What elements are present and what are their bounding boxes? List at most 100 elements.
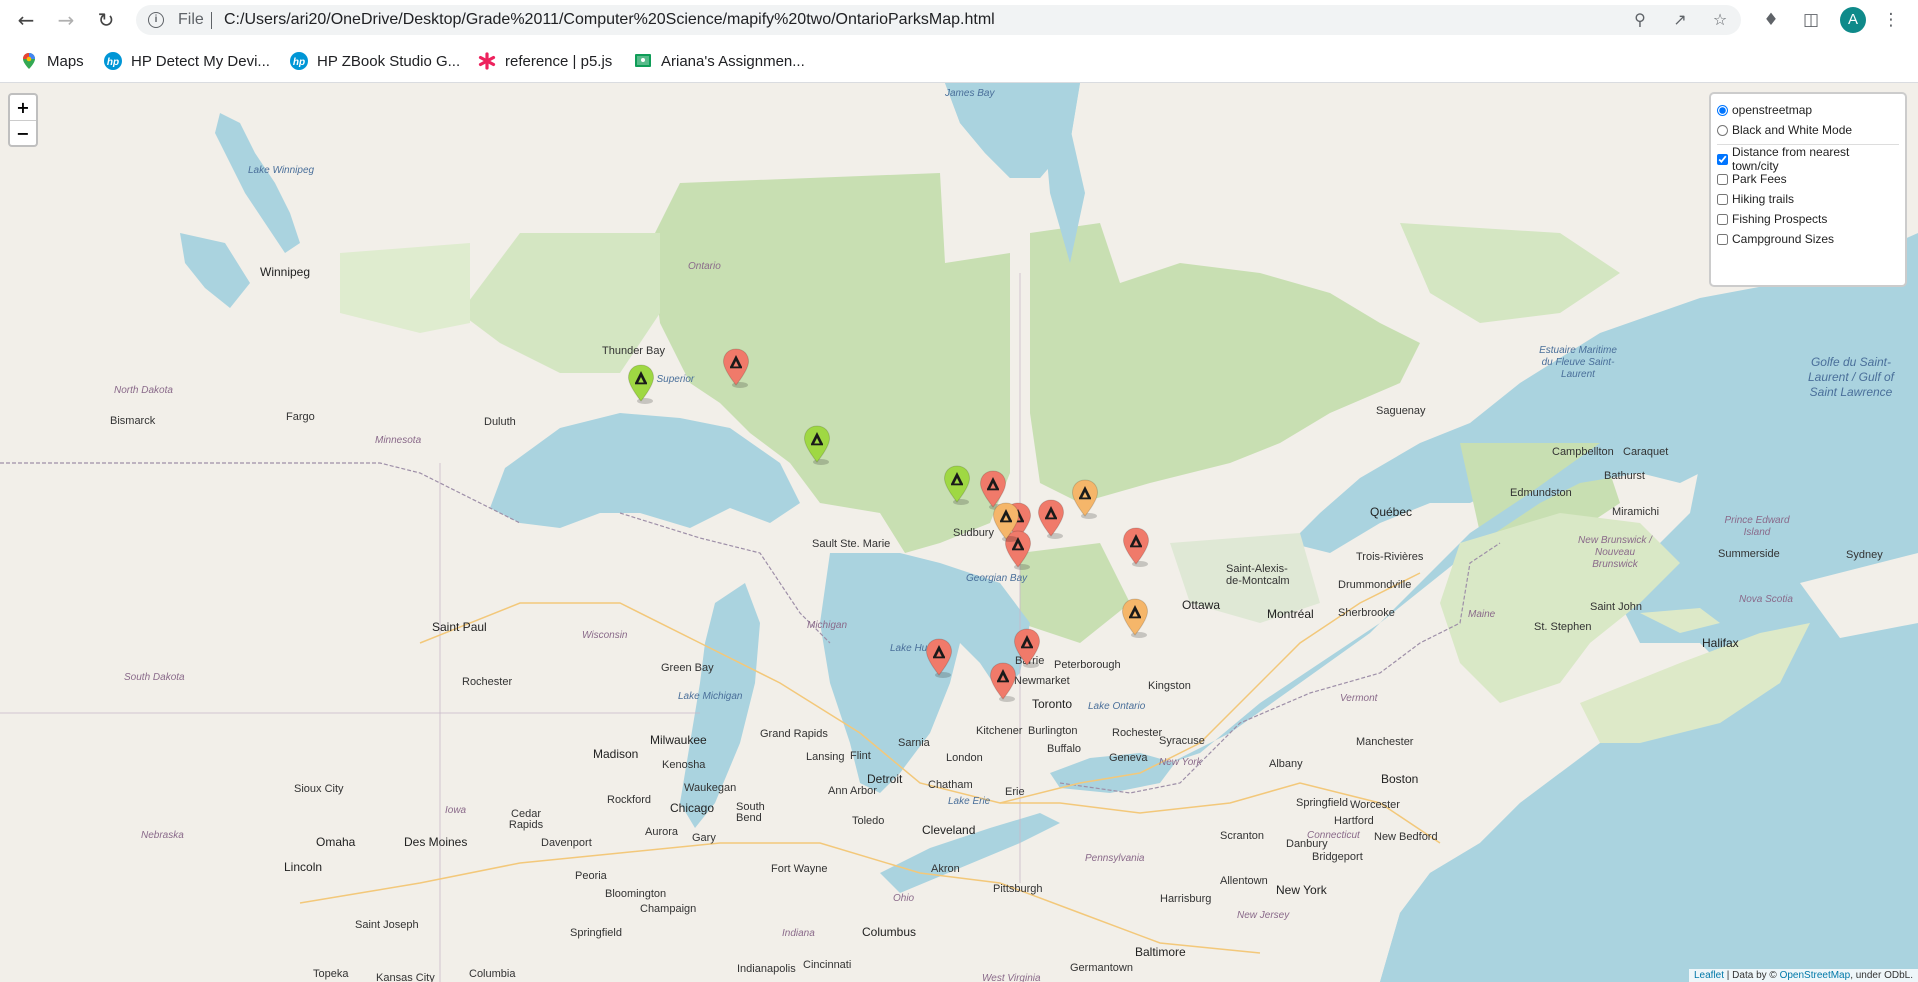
label-lansing: Lansing [806,751,845,763]
label-quebec: Québec [1370,505,1413,519]
base-layer-radio[interactable] [1717,124,1728,136]
label-peterborough: Peterborough [1054,659,1121,671]
label-lake-michigan: Lake Michigan [678,691,743,702]
park-marker-green[interactable] [627,364,655,404]
leaflet-map[interactable]: James Bay Lake Winnipeg Winnipeg Ontario… [0,83,1918,982]
park-marker-red[interactable] [1122,527,1150,567]
label-lincoln: Lincoln [284,860,323,874]
bookmark-hp-detect[interactable]: hp HP Detect My Devi... [104,50,270,72]
label-ohio: Ohio [893,893,915,904]
label-west-virginia: West Virginia [982,973,1041,982]
zoom-magnifier-icon[interactable]: ⚲ [1631,11,1649,29]
label-rockford: Rockford [607,794,652,806]
label-bridgeport: Bridgeport [1312,851,1363,863]
overlay-hiking-trails[interactable]: Hiking trails [1717,189,1899,209]
label-baltimore: Baltimore [1135,945,1186,959]
label-wisconsin: Wisconsin [582,630,628,641]
zoom-out-button[interactable]: − [10,121,36,146]
park-marker-orange[interactable] [992,502,1020,542]
label-allentown: Allentown [1220,875,1268,887]
label-bismarck: Bismarck [110,415,156,427]
overlay-campground-sizes[interactable]: Campground Sizes [1717,229,1899,249]
park-marker-red[interactable] [722,348,750,388]
attribution-text: | Data by © [1724,970,1780,981]
label-danbury: Danbury [1286,838,1328,850]
svg-text:hp: hp [293,57,305,68]
label-cleveland: Cleveland [922,823,976,837]
campsite-marker-icon [992,502,1020,542]
svg-text:hp: hp [107,57,119,68]
address-separator [211,12,212,29]
park-marker-red[interactable] [1037,499,1065,539]
overlay-distance[interactable]: Distance from nearest town/city [1717,145,1899,173]
bookmark-maps[interactable]: Maps [20,50,84,72]
label-manchester: Manchester [1356,736,1414,748]
label-harrisburg: Harrisburg [1160,893,1212,905]
base-layer-openstreetmap[interactable]: openstreetmap [1717,100,1899,120]
label-geneva: Geneva [1109,752,1148,764]
park-marker-orange[interactable] [1071,479,1099,519]
label-peoria: Peoria [575,870,607,882]
info-icon[interactable]: i [148,12,164,28]
label-lake-ontario: Lake Ontario [1088,701,1146,712]
base-layer-radio[interactable] [1717,104,1728,116]
label-nebraska: Nebraska [141,830,184,841]
park-marker-green[interactable] [943,465,971,505]
label-lake-winnipeg: Lake Winnipeg [248,165,315,176]
overlay-checkbox[interactable] [1717,193,1728,205]
label-erie: Erie [1005,786,1025,798]
label-indiana: Indiana [782,928,815,939]
park-marker-orange[interactable] [1121,598,1149,638]
campsite-marker-icon [925,638,953,678]
address-bar[interactable]: i File C:/Users/ari20/OneDrive/Desktop/G… [136,5,1741,35]
park-marker-red[interactable] [925,638,953,678]
overlay-checkbox[interactable] [1717,153,1728,165]
label-estuaire: Estuaire Maritime du Fleuve Saint-Lauren… [1539,345,1617,380]
osm-link[interactable]: OpenStreetMap [1780,970,1851,981]
side-panel-icon[interactable]: ◫ [1800,9,1822,31]
label-buffalo: Buffalo [1047,743,1082,755]
bookmark-star-icon[interactable]: ☆ [1711,11,1729,29]
overlay-checkbox[interactable] [1717,173,1728,185]
bookmark-p5-reference[interactable]: reference | p5.js [478,50,612,72]
label-north-dakota: North Dakota [114,385,173,396]
label-flint: Flint [850,750,871,762]
kebab-menu-icon[interactable]: ⋮ [1880,9,1902,31]
bookmark-label: HP ZBook Studio G... [317,52,461,70]
bookmarks-bar: Maps hp HP Detect My Devi... hp HP ZBook… [0,40,1918,83]
zoom-in-button[interactable]: + [10,95,36,121]
label-new-jersey: New Jersey [1237,910,1290,921]
bookmark-hp-zbook[interactable]: hp HP ZBook Studio G... [290,50,460,72]
label-kenosha: Kenosha [662,759,706,771]
label-kingston: Kingston [1148,680,1191,692]
label-madison: Madison [593,747,639,761]
label-duluth: Duluth [484,416,516,428]
back-arrow-icon[interactable]: ← [14,8,38,32]
share-icon[interactable]: ↗ [1671,11,1689,29]
url-text[interactable]: C:/Users/ari20/OneDrive/Desktop/Grade%20… [224,11,995,29]
overlay-checkbox[interactable] [1717,233,1728,245]
base-layer-black-white[interactable]: Black and White Mode [1717,120,1899,140]
label-akron: Akron [931,863,960,875]
layer-label: Distance from nearest town/city [1732,145,1850,173]
layer-label: Hiking trails [1732,192,1795,206]
extensions-puzzle-icon[interactable]: ♦ [1760,9,1782,31]
overlay-fishing[interactable]: Fishing Prospects [1717,209,1899,229]
profile-avatar[interactable]: A [1840,7,1866,33]
leaflet-link[interactable]: Leaflet [1694,970,1724,981]
park-marker-green[interactable] [803,425,831,465]
bookmark-assignments[interactable]: Ariana's Assignmen... [634,50,805,72]
label-bloomington: Bloomington [605,888,667,900]
label-south-bend: South Bend [736,801,765,824]
overlay-checkbox[interactable] [1717,213,1728,225]
park-marker-red[interactable] [1013,628,1041,668]
reload-icon[interactable]: ↻ [94,8,118,32]
label-boston: Boston [1381,772,1419,786]
label-detroit: Detroit [867,772,903,786]
park-marker-red[interactable] [989,662,1017,702]
campsite-marker-icon [722,348,750,388]
hp-logo-icon: hp [104,52,122,70]
label-nova-scotia: Nova Scotia [1739,594,1793,605]
forward-arrow-icon[interactable]: → [54,8,78,32]
label-new-brunswick: New Brunswick / Nouveau Brunswick [1578,535,1652,570]
